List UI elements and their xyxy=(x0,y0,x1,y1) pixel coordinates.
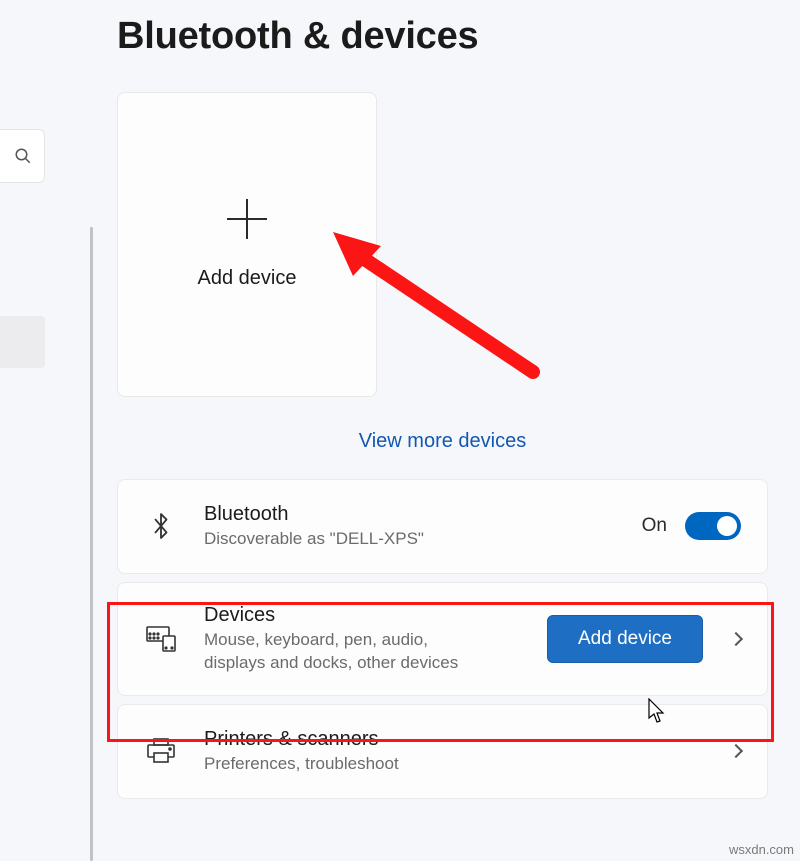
view-more-devices-link[interactable]: View more devices xyxy=(117,412,768,479)
bluetooth-row[interactable]: Bluetooth Discoverable as "DELL-XPS" On xyxy=(117,479,768,574)
search-icon xyxy=(14,147,32,165)
scrollbar[interactable] xyxy=(90,227,93,861)
printers-subtitle: Preferences, troubleshoot xyxy=(204,753,721,776)
add-device-tile-label: Add device xyxy=(198,267,297,290)
page-title: Bluetooth & devices xyxy=(117,15,479,58)
watermark: wsxdn.com xyxy=(729,842,794,857)
chevron-right-icon xyxy=(729,744,743,758)
content-area: Add device View more devices Bluetooth D… xyxy=(117,92,768,807)
printers-row[interactable]: Printers & scanners Preferences, trouble… xyxy=(117,704,768,799)
devices-subtitle: Mouse, keyboard, pen, audio, displays an… xyxy=(204,629,484,675)
bluetooth-toggle[interactable] xyxy=(685,512,741,540)
add-device-button[interactable]: Add device xyxy=(547,615,703,663)
bluetooth-title: Bluetooth xyxy=(204,502,642,526)
printer-icon xyxy=(144,734,178,768)
printers-title: Printers & scanners xyxy=(204,727,721,751)
sidebar-selected-item-fragment[interactable] xyxy=(0,316,45,368)
devices-icon xyxy=(144,622,178,656)
devices-title: Devices xyxy=(204,603,547,627)
chevron-right-icon xyxy=(729,632,743,646)
bluetooth-icon xyxy=(144,509,178,543)
bluetooth-subtitle: Discoverable as "DELL-XPS" xyxy=(204,528,642,551)
bluetooth-state-label: On xyxy=(642,515,667,537)
add-device-tile[interactable]: Add device xyxy=(117,92,377,397)
devices-row[interactable]: Devices Mouse, keyboard, pen, audio, dis… xyxy=(117,582,768,696)
search-input-fragment[interactable] xyxy=(0,129,45,183)
plus-icon xyxy=(227,199,267,239)
